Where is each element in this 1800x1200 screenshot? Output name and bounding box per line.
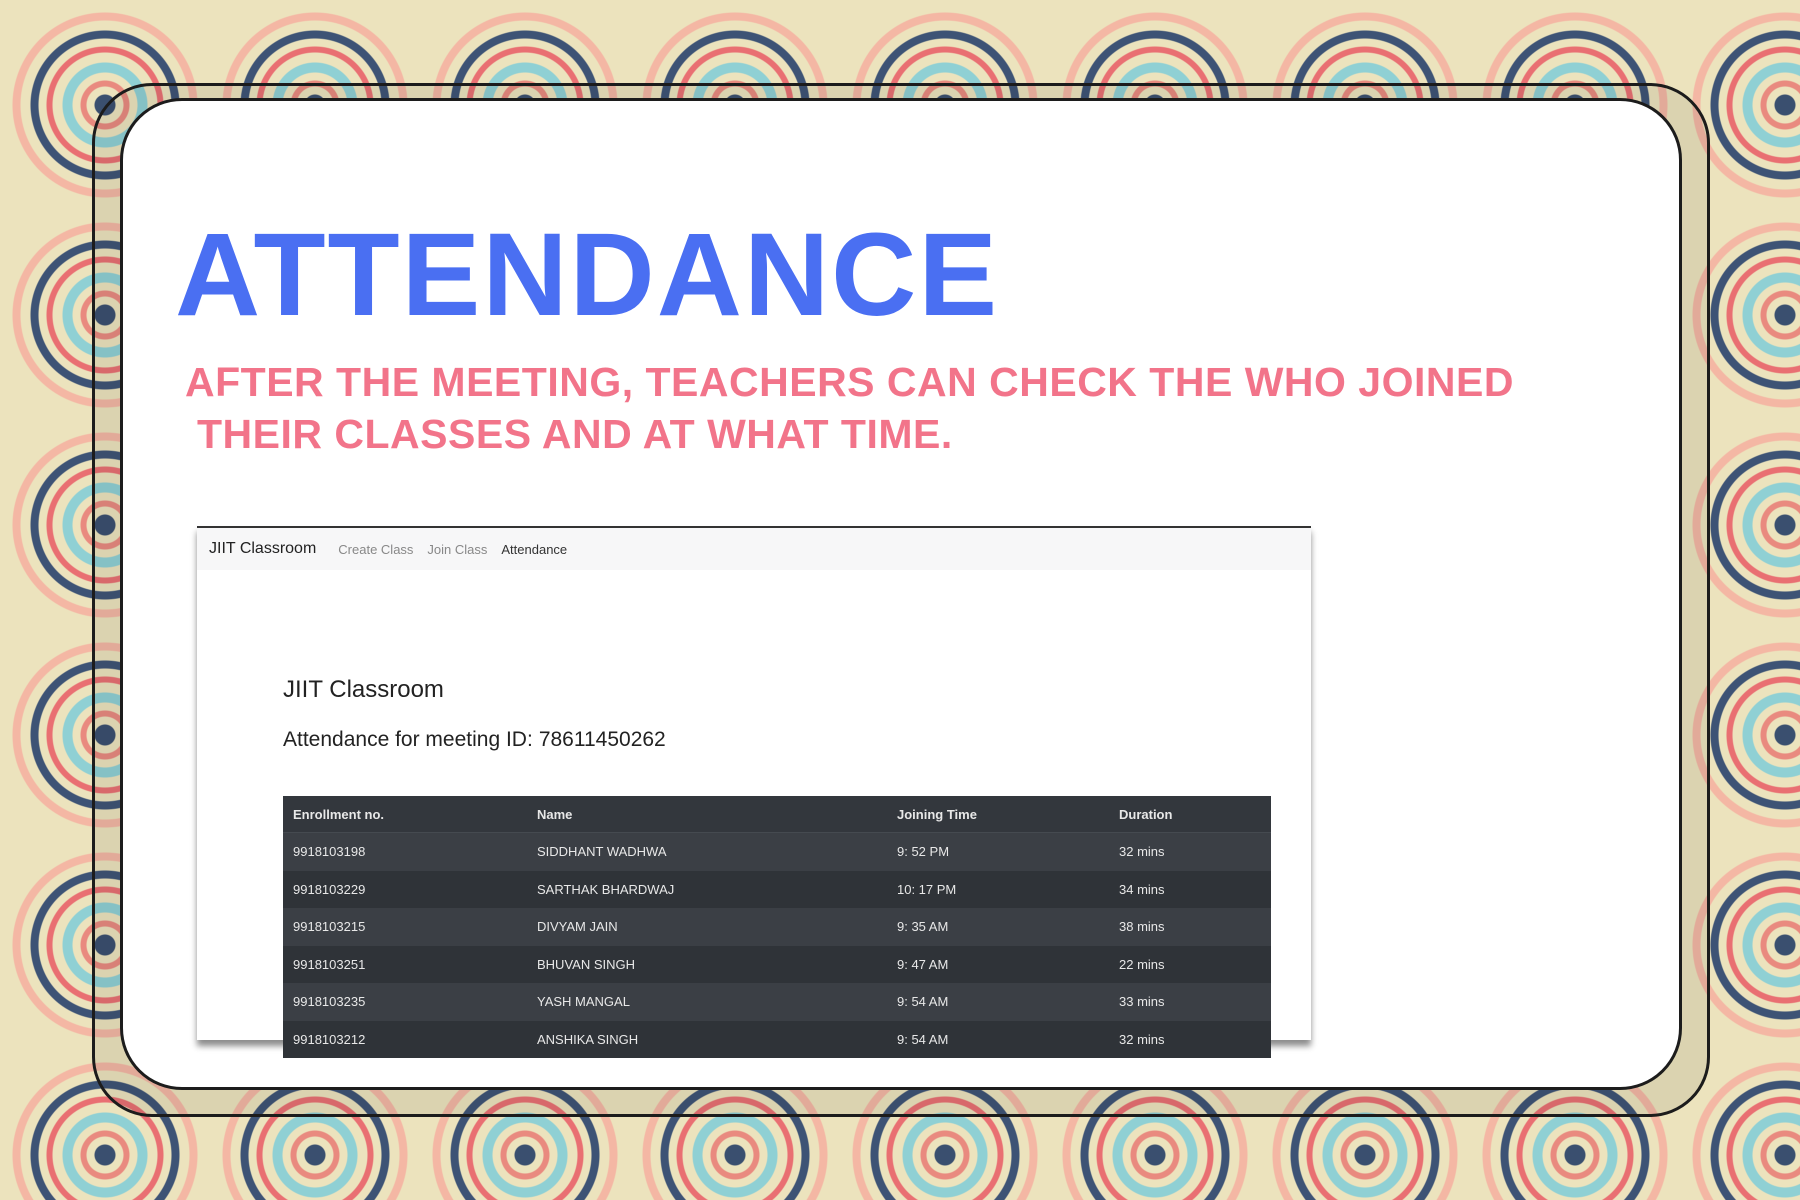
- subtitle-line-2: THEIR CLASSES AND AT WHAT TIME.: [197, 411, 953, 457]
- cell-enrollment: 9918103229: [293, 881, 366, 897]
- app-screenshot: JIIT Classroom Create Class Join Class A…: [197, 526, 1311, 1058]
- cell-duration: 22 mins: [1119, 956, 1165, 972]
- slide-title: ATTENDANCE: [175, 209, 1000, 341]
- table-row: 9918103229 SARTHAK BHARDWAJ 10: 17 PM 34…: [283, 870, 1271, 908]
- cell-joining-time: 9: 54 AM: [897, 1031, 949, 1047]
- table-row: 9918103215 DIVYAM JAIN 9: 35 AM 38 mins: [283, 908, 1271, 946]
- cell-joining-time: 9: 52 PM: [897, 844, 950, 860]
- nav-link-attendance[interactable]: Attendance: [501, 542, 567, 557]
- cell-enrollment: 9918103198: [293, 844, 366, 860]
- meeting-id-label: Attendance for meeting ID:: [283, 728, 533, 751]
- cell-enrollment: 9918103235: [293, 994, 366, 1010]
- page-heading: JIIT Classroom: [283, 676, 444, 703]
- cell-duration: 32 mins: [1119, 1031, 1165, 1047]
- cell-duration: 32 mins: [1119, 844, 1165, 860]
- subtitle-line-1: AFTER THE MEETING, TEACHERS CAN CHECK TH…: [185, 359, 1514, 405]
- header-enrollment: Enrollment no.: [283, 796, 527, 833]
- cell-name: SARTHAK BHARDWAJ: [537, 881, 675, 897]
- cell-enrollment: 9918103215: [293, 919, 366, 935]
- nav-link-join-class[interactable]: Join Class: [427, 542, 487, 557]
- cell-joining-time: 9: 47 AM: [897, 956, 949, 972]
- table-row: 9918103198 SIDDHANT WADHWA 9: 52 PM 32 m…: [283, 832, 1271, 871]
- navbar-brand[interactable]: JIIT Classroom: [209, 540, 316, 558]
- table-row: 9918103212 ANSHIKA SINGH 9: 54 AM 32 min…: [283, 1020, 1271, 1058]
- cell-name: YASH MANGAL: [537, 994, 630, 1010]
- table-header-row: Enrollment no. Name Joining Time Duratio…: [283, 796, 1271, 833]
- table-row: 9918103235 YASH MANGAL 9: 54 AM 33 mins: [283, 983, 1271, 1021]
- cell-name: ANSHIKA SINGH: [537, 1031, 639, 1047]
- cell-enrollment: 9918103251: [293, 956, 366, 972]
- cell-joining-time: 10: 17 PM: [897, 881, 957, 897]
- cell-duration: 34 mins: [1119, 881, 1165, 897]
- cell-duration: 38 mins: [1119, 919, 1165, 935]
- header-name: Name: [527, 796, 887, 833]
- cell-joining-time: 9: 54 AM: [897, 994, 949, 1010]
- cell-duration: 33 mins: [1119, 994, 1165, 1010]
- header-duration: Duration: [1109, 796, 1271, 833]
- cell-name: BHUVAN SINGH: [537, 956, 635, 972]
- header-joining-time: Joining Time: [887, 796, 1109, 833]
- slide-subtitle: AFTER THE MEETING, TEACHERS CAN CHECK TH…: [185, 356, 1585, 460]
- nav-link-create-class[interactable]: Create Class: [338, 542, 413, 557]
- cell-joining-time: 9: 35 AM: [897, 919, 949, 935]
- cell-name: DIVYAM JAIN: [537, 919, 618, 935]
- attendance-table: Enrollment no. Name Joining Time Duratio…: [283, 796, 1271, 1058]
- cell-name: SIDDHANT WADHWA: [537, 844, 667, 860]
- table-row: 9918103251 BHUVAN SINGH 9: 47 AM 22 mins: [283, 945, 1271, 983]
- cell-enrollment: 9918103212: [293, 1031, 366, 1047]
- meeting-id-line: Attendance for meeting ID: 78611450262: [283, 728, 666, 752]
- meeting-id-value: 78611450262: [538, 728, 666, 751]
- navbar: JIIT Classroom Create Class Join Class A…: [197, 528, 1311, 570]
